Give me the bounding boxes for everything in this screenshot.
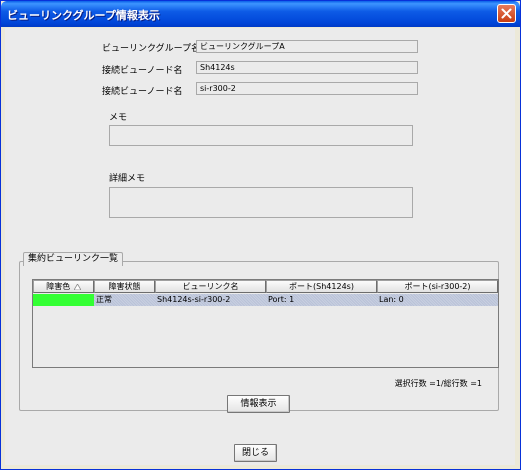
column-header-status[interactable]: 障害状態: [94, 280, 155, 293]
node2-field: si-r300-2: [196, 82, 418, 95]
sort-asc-icon: [73, 283, 81, 290]
table-header: 障害色 障害状態 ビューリンク名 ポート(Sh4124s) ポート(si-r30…: [33, 280, 498, 294]
content-panel: ビューリンクグループ名 ビューリンクグループA 接続ビューノード名 Sh4124…: [5, 28, 515, 465]
memo-field: [109, 125, 413, 146]
info-display-button[interactable]: 情報表示: [227, 395, 290, 413]
column-label: 障害色: [46, 282, 71, 291]
column-header-port2[interactable]: ポート(si-r300-2): [377, 280, 498, 293]
column-header-port1[interactable]: ポート(Sh4124s): [266, 280, 377, 293]
window-title: ビューリンクグループ情報表示: [7, 9, 160, 22]
group-name-field: ビューリンクグループA: [196, 40, 418, 53]
group-name-label: ビューリンクグループ名: [102, 44, 201, 54]
link-table[interactable]: 障害色 障害状態 ビューリンク名 ポート(Sh4124s) ポート(si-r30…: [32, 279, 499, 368]
table-row[interactable]: 正常 Sh4124s-si-r300-2 Port: 1 Lan: 0: [33, 294, 498, 306]
close-button[interactable]: 閉じる: [234, 444, 277, 462]
row-count-text: 選択行数 =1/総行数 =1: [394, 379, 482, 388]
node2-label: 接続ビューノード名: [102, 87, 183, 97]
port1-cell: Port: 1: [268, 295, 295, 304]
status-cell: 正常: [96, 295, 112, 304]
close-icon: [501, 8, 512, 19]
column-header-link-name[interactable]: ビューリンク名: [155, 280, 266, 293]
column-header-fault-color[interactable]: 障害色: [33, 280, 94, 293]
fault-color-cell: [33, 294, 94, 306]
title-bar[interactable]: ビューリンクグループ情報表示: [1, 1, 520, 27]
tab-link-list[interactable]: 集約ビューリンク一覧: [23, 252, 124, 266]
detail-memo-field: [109, 187, 413, 218]
link-name-cell: Sh4124s-si-r300-2: [157, 295, 231, 304]
node1-label: 接続ビューノード名: [102, 66, 183, 76]
node1-field: Sh4124s: [196, 61, 418, 74]
port2-cell: Lan: 0: [379, 295, 404, 304]
close-window-button[interactable]: [497, 4, 516, 23]
dialog-window: ビューリンクグループ情報表示 ビューリンクグループ名 ビューリンクグループA 接…: [0, 0, 521, 470]
memo-label: メモ: [109, 113, 128, 123]
detail-memo-label: 詳細メモ: [109, 174, 146, 184]
